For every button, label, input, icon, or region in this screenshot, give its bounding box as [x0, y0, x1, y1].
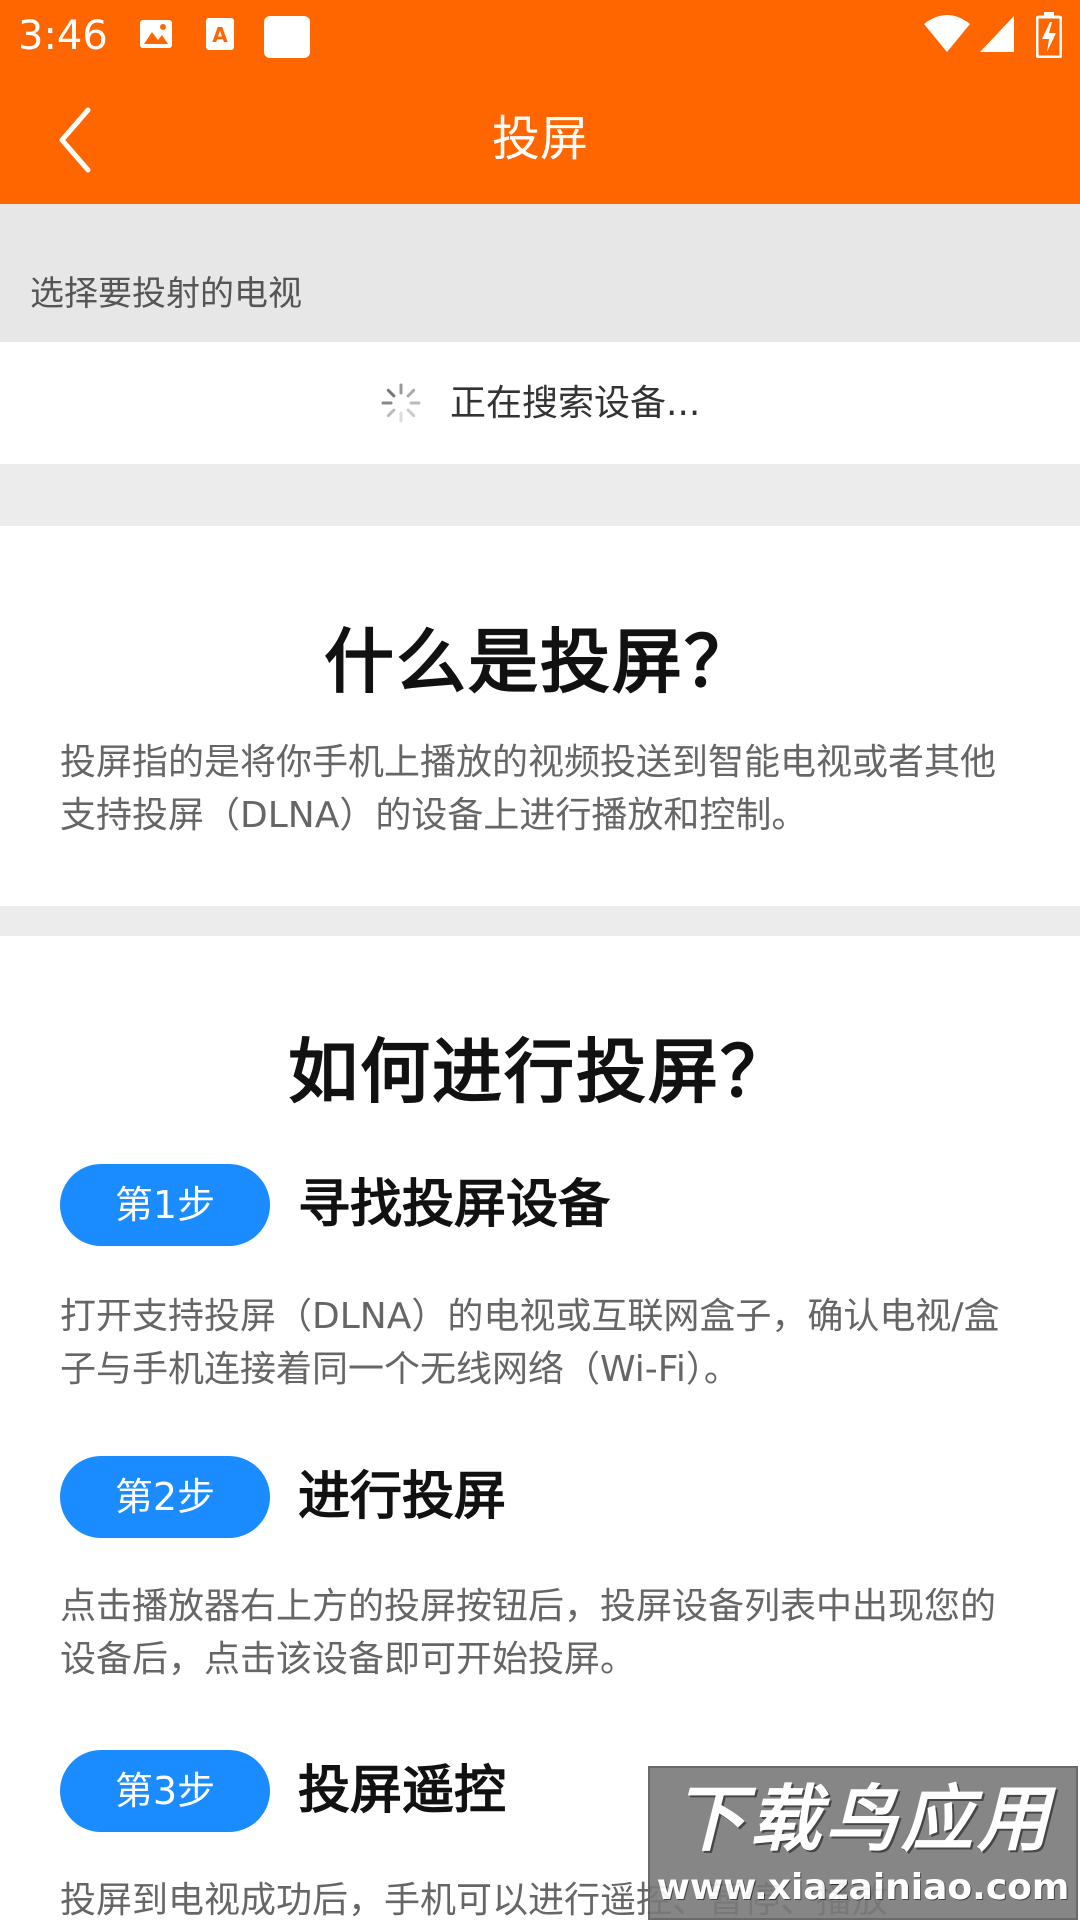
- step-1-description: 打开支持投屏（DLNA）的电视或互联网盒子，确认电视/盒子与手机连接着同一个无线…: [60, 1296, 1000, 1390]
- text-icon: A: [204, 16, 236, 56]
- step-2-badge: 第2步: [60, 1456, 270, 1538]
- battery-icon: [1035, 12, 1063, 62]
- status-time: 3:46: [18, 13, 108, 59]
- device-section-label: 选择要投射的电视: [30, 274, 302, 314]
- how-to-title: 如何进行投屏？: [288, 1031, 792, 1113]
- section-divider: [0, 464, 1080, 526]
- step-2-title: 进行投屏: [298, 1467, 507, 1527]
- watermark-logo-text: 下载鸟应用: [672, 1777, 1053, 1861]
- loading-spinner-icon: [381, 383, 421, 423]
- what-is-title: 什么是投屏？: [324, 621, 756, 703]
- status-bar: 3:46 A: [0, 0, 1080, 72]
- square-icon: [264, 16, 310, 62]
- step-3-title: 投屏遥控: [298, 1761, 507, 1821]
- what-is-card: 什么是投屏？ 投屏指的是将你手机上播放的视频投送到智能电视或者其他支持投屏（DL…: [4, 526, 1076, 906]
- step-3-badge: 第3步: [60, 1750, 270, 1832]
- svg-text:A: A: [212, 23, 228, 47]
- image-icon: [138, 16, 174, 56]
- step-1-title: 寻找投屏设备: [298, 1175, 611, 1235]
- device-search-status: 正在搜索设备...: [0, 342, 1080, 464]
- watermark: 下载鸟应用 www.xiazainiao.com: [648, 1766, 1078, 1920]
- searching-text: 正在搜索设备...: [450, 383, 701, 424]
- section-divider: [0, 906, 1080, 936]
- step-1-badge: 第1步: [60, 1164, 270, 1246]
- signal-icon: [980, 14, 1016, 58]
- app-bar: 投屏: [0, 72, 1080, 204]
- device-section-header: 选择要投射的电视: [0, 204, 1080, 342]
- what-is-description: 投屏指的是将你手机上播放的视频投送到智能电视或者其他支持投屏（DLNA）的设备上…: [60, 742, 997, 836]
- page-title: 投屏: [491, 111, 588, 167]
- step-2-description: 点击播放器右上方的投屏按钮后，投屏设备列表中出现您的设备后，点击该设备即可开始投…: [60, 1586, 997, 1680]
- wifi-icon: [924, 14, 970, 58]
- watermark-url: www.xiazainiao.com: [656, 1867, 1070, 1908]
